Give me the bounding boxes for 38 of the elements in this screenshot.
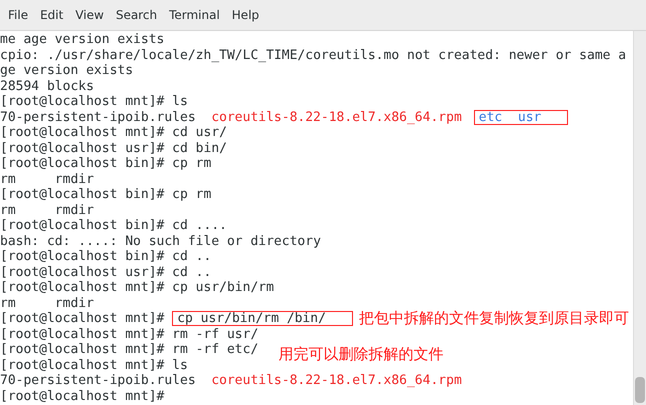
terminal-text: [root@localhost mnt]#	[0, 388, 164, 404]
terminal-text: ge version exists	[0, 63, 134, 78]
highlighted-directory-names: etc usr	[474, 110, 568, 125]
terminal-text: rm rmdir	[0, 172, 94, 187]
terminal-text: [root@localhost bin]# cp rm	[0, 187, 212, 202]
terminal-text: 70-persistent-ipoib.rules	[0, 373, 196, 388]
menu-item[interactable]: View	[69, 8, 110, 22]
terminal-text: [root@localhost usr]# cd bin/	[0, 140, 227, 156]
archive-file-name: coreutils-8.22-18.el7.x86_64.rpm	[211, 110, 462, 125]
terminal-text: bash: cd: ....: No such file or directory	[0, 234, 321, 249]
terminal-text: rm rmdir	[0, 296, 94, 311]
terminal-text: [root@localhost mnt]# ls	[0, 358, 188, 373]
terminal-text: [root@localhost bin]# cd ..	[0, 249, 212, 264]
terminal-text: rm rmdir	[0, 202, 94, 218]
terminal-text: [root@localhost mnt]#	[0, 311, 164, 326]
menu-item[interactable]: Edit	[34, 8, 70, 22]
terminal-text: [root@localhost bin]# cp rm	[0, 156, 212, 172]
terminal-text: cpio: ./usr/share/locale/zh_TW/LC_TIME/coreutils.mo not created: newer or same a	[0, 48, 626, 63]
menu-item[interactable]: Terminal	[163, 8, 226, 22]
scrollbar-thumb[interactable]	[635, 377, 645, 403]
terminal-text: [root@localhost bin]# cd ....	[0, 218, 227, 234]
terminal-text: [root@localhost mnt]# rm -rf usr/	[0, 326, 258, 342]
terminal-text: me age version exists	[0, 32, 164, 48]
highlighted-command: cp usr/bin/rm /bin/	[172, 311, 353, 326]
annotation-text: 把包中拆解的文件复制恢复到原目录即可	[358, 311, 629, 326]
scrollbar[interactable]	[633, 31, 646, 405]
terminal-text: [root@localhost mnt]# cp usr/bin/rm	[0, 280, 274, 296]
annotation-text: 用完可以删除拆解的文件	[278, 347, 444, 362]
terminal-text: 70-persistent-ipoib.rules	[0, 110, 196, 125]
archive-file-name: coreutils-8.22-18.el7.x86_64.rpm	[211, 373, 462, 388]
terminal-text: [root@localhost usr]# cd ..	[0, 264, 212, 280]
menu-item[interactable]: Help	[226, 8, 266, 22]
terminal-text: [root@localhost mnt]# ls	[0, 94, 188, 110]
terminal-text: 28594 blocks	[0, 78, 94, 94]
terminal-text: [root@localhost mnt]# cd usr/	[0, 125, 227, 140]
menu-item[interactable]: Search	[110, 8, 164, 22]
menu-item[interactable]: File	[2, 8, 34, 22]
terminal-text: [root@localhost mnt]# rm -rf etc/	[0, 342, 258, 358]
